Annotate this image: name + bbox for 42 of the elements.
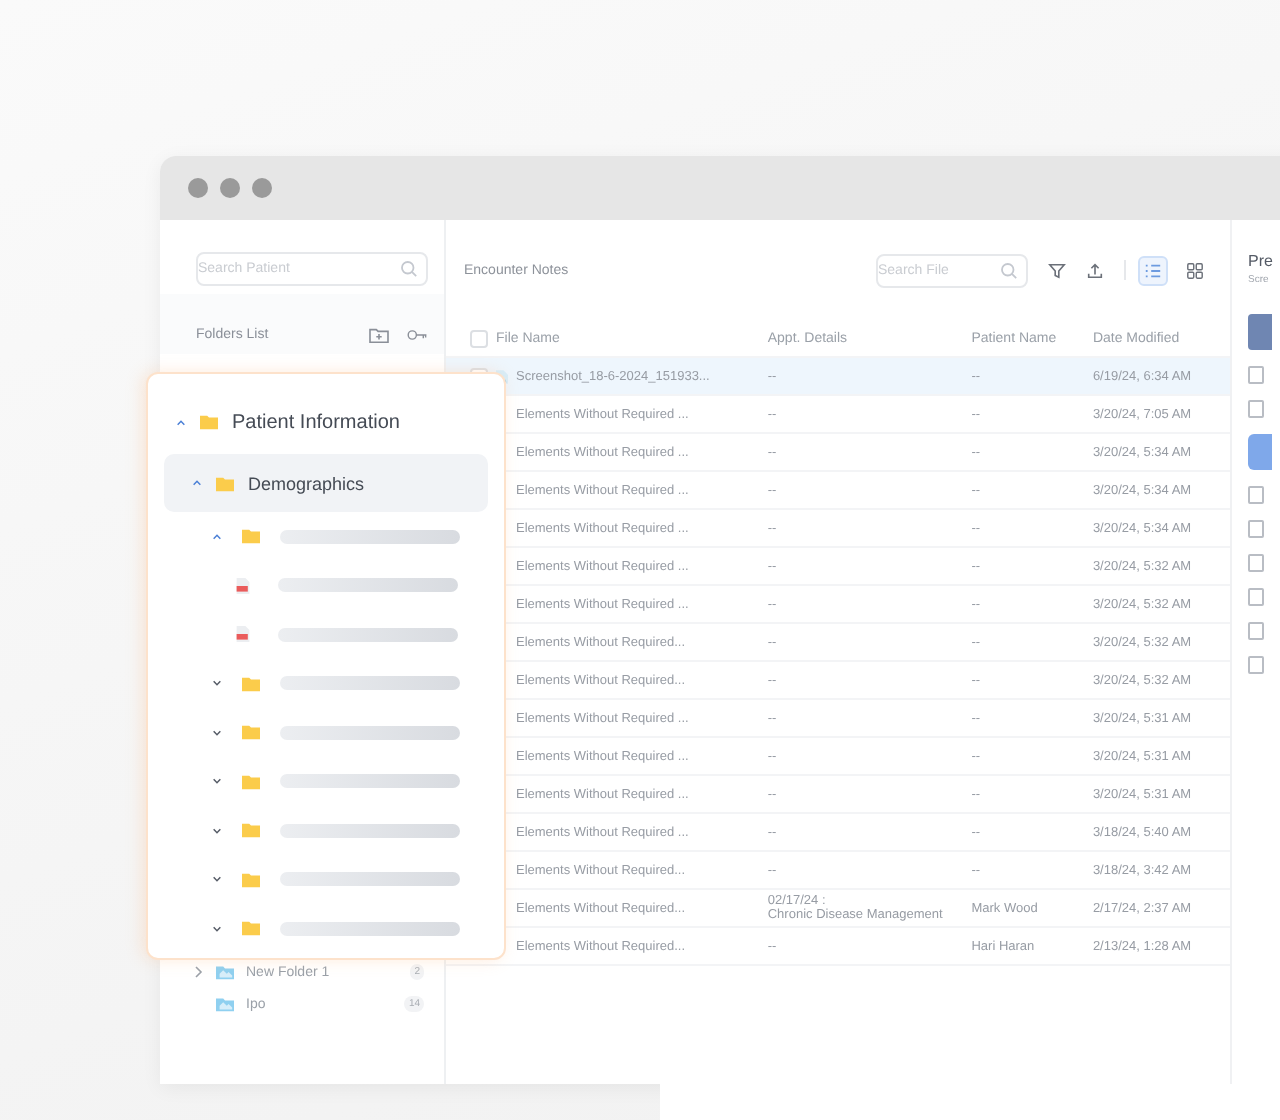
folder-icon [216,475,234,491]
search-icon [400,260,418,278]
chevron-icon[interactable] [212,776,222,787]
grid-icon [1186,261,1204,279]
pdf-file-icon [236,577,250,594]
list-icon [1144,261,1162,279]
tree-item[interactable]: Demographics [164,454,488,512]
folder-icon [242,920,260,937]
folder-icon [216,996,234,1012]
folder-icon [242,724,260,741]
folder-icon [242,675,260,692]
checkbox[interactable] [470,329,488,347]
toolbar-button[interactable] [1248,366,1264,384]
chevron-icon[interactable] [212,727,222,738]
folder-icon [242,871,260,888]
chevron-icon[interactable] [212,874,222,885]
toolbar-button[interactable] [1248,554,1264,572]
panel-title: Pre [1248,252,1275,270]
search-icon [1000,261,1018,279]
chevron-icon[interactable] [212,531,222,542]
folder-add-icon[interactable] [368,325,390,343]
toolbar-button[interactable] [1248,486,1264,504]
toolbar-button[interactable] [1248,622,1264,640]
list-view-button[interactable] [1138,255,1168,285]
chevron-icon[interactable] [212,825,222,836]
pdf-file-icon [236,626,250,643]
key-icon[interactable] [406,325,428,343]
toolbar-button[interactable] [1248,588,1264,606]
toolbar-button[interactable] [1248,434,1272,470]
toolbar-button[interactable] [1248,520,1264,538]
folder-icon [216,964,234,980]
folder-icon [242,773,260,790]
folder-icon [242,528,260,545]
chevron-icon[interactable] [212,923,222,934]
document-thumbnail[interactable] [1248,314,1272,350]
chevron-icon[interactable] [212,678,222,689]
toolbar-button[interactable] [1248,400,1264,418]
filter-icon[interactable] [1048,261,1066,279]
upload-icon[interactable] [1086,261,1104,279]
toolbar-button[interactable] [1248,656,1264,674]
folder-icon [242,822,260,839]
folder-icon [200,414,218,430]
